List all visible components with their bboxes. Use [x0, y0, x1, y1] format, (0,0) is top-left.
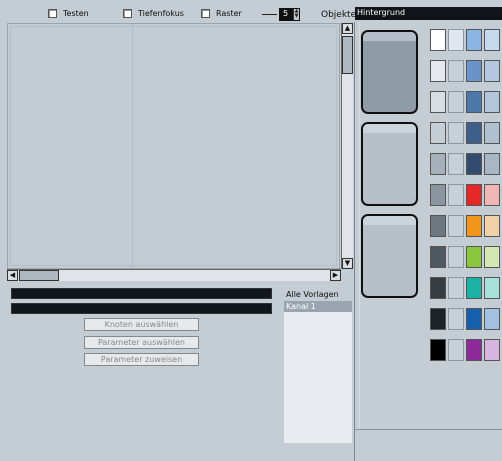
color-swatch-r11-c2[interactable] — [448, 339, 464, 361]
color-swatch-r4-c4[interactable] — [484, 122, 500, 144]
swatch-highlight — [363, 216, 416, 225]
color-swatch-r5-c2[interactable] — [448, 153, 464, 175]
style-palette-panel — [354, 22, 502, 461]
color-swatch-r4-c2[interactable] — [448, 122, 464, 144]
parameter-zuweisen-button[interactable]: Parameter zuweisen — [84, 353, 199, 366]
panel-divider — [359, 22, 360, 429]
objekte-select[interactable]: Hintergrund — [355, 7, 502, 20]
color-swatch-r10-c2[interactable] — [448, 308, 464, 330]
objekte-value: Hintergrund — [357, 8, 406, 17]
color-swatch-r11-c4[interactable] — [484, 339, 500, 361]
canvas-frame — [10, 26, 337, 266]
style-swatch-2[interactable] — [361, 122, 418, 206]
scroll-right-icon[interactable]: ▶ — [330, 270, 341, 281]
swatch-highlight — [363, 32, 416, 41]
color-swatch-r7-c4[interactable] — [484, 215, 500, 237]
color-swatch-r6-c4[interactable] — [484, 184, 500, 206]
color-swatch-r1-c2[interactable] — [448, 29, 464, 51]
color-swatch-r5-c1[interactable] — [430, 153, 446, 175]
raster-checkbox[interactable]: Raster — [201, 9, 242, 18]
color-swatch-r1-c4[interactable] — [484, 29, 500, 51]
testen-checkbox[interactable]: Testen — [48, 9, 89, 18]
color-swatch-r8-c1[interactable] — [430, 246, 446, 268]
color-swatch-r2-c3[interactable] — [466, 60, 482, 82]
color-swatch-r5-c3[interactable] — [466, 153, 482, 175]
style-swatch-3[interactable] — [361, 214, 418, 298]
color-swatch-r8-c2[interactable] — [448, 246, 464, 268]
color-swatch-r3-c4[interactable] — [484, 91, 500, 113]
color-swatch-r9-c2[interactable] — [448, 277, 464, 299]
color-swatch-r3-c3[interactable] — [466, 91, 482, 113]
horizontal-scrollbar[interactable]: ◀ ▶ — [7, 269, 341, 281]
color-swatch-r11-c1[interactable] — [430, 339, 446, 361]
spinner-arrows-icon[interactable]: ▲ ▼ — [293, 9, 299, 20]
color-swatch-r6-c3[interactable] — [466, 184, 482, 206]
color-swatch-r6-c1[interactable] — [430, 184, 446, 206]
raster-size-value: 5 — [283, 9, 289, 18]
color-swatch-r9-c4[interactable] — [484, 277, 500, 299]
template-item-kanal-1[interactable]: Kanal 1 — [284, 301, 352, 312]
color-swatch-r4-c3[interactable] — [466, 122, 482, 144]
color-swatch-r11-c3[interactable] — [466, 339, 482, 361]
raster-label: Raster — [216, 9, 242, 18]
color-swatch-r9-c3[interactable] — [466, 277, 482, 299]
tiefenfokus-checkbox[interactable]: Tiefenfokus — [123, 9, 184, 18]
editor-canvas[interactable] — [7, 23, 340, 269]
parameter-display-bar — [11, 303, 272, 314]
color-swatch-r2-c2[interactable] — [448, 60, 464, 82]
color-swatch-r1-c3[interactable] — [466, 29, 482, 51]
raster-checkbox-box[interactable] — [201, 9, 210, 18]
templates-header: Alle Vorlagen — [286, 290, 339, 299]
canvas-guide-line — [132, 24, 133, 268]
color-swatch-r3-c2[interactable] — [448, 91, 464, 113]
vertical-scrollbar[interactable]: ▲ ▼ — [341, 23, 353, 269]
color-swatch-r10-c3[interactable] — [466, 308, 482, 330]
parameter-auswaehlen-button[interactable]: Parameter auswählen — [84, 336, 199, 349]
color-swatch-r9-c1[interactable] — [430, 277, 446, 299]
color-swatch-r7-c3[interactable] — [466, 215, 482, 237]
scroll-left-icon[interactable]: ◀ — [7, 270, 18, 281]
color-swatch-r7-c1[interactable] — [430, 215, 446, 237]
color-swatch-r3-c1[interactable] — [430, 91, 446, 113]
color-swatch-r8-c4[interactable] — [484, 246, 500, 268]
color-swatch-r2-c1[interactable] — [430, 60, 446, 82]
knoten-auswaehlen-button[interactable]: Knoten auswählen — [84, 318, 199, 331]
color-swatch-r6-c2[interactable] — [448, 184, 464, 206]
scroll-down-icon[interactable]: ▼ — [342, 258, 353, 269]
testen-checkbox-box[interactable] — [48, 9, 57, 18]
raster-size-spinner[interactable]: 5 ▲ ▼ — [279, 8, 300, 21]
color-swatch-r10-c1[interactable] — [430, 308, 446, 330]
color-swatch-r2-c4[interactable] — [484, 60, 500, 82]
color-swatch-r5-c4[interactable] — [484, 153, 500, 175]
node-display-bar — [11, 288, 272, 299]
style-swatch-1[interactable] — [361, 30, 418, 114]
objekte-label: Objekte — [321, 10, 357, 20]
tiefenfokus-checkbox-box[interactable] — [123, 9, 132, 18]
horizontal-scroll-thumb[interactable] — [19, 270, 59, 281]
color-swatch-r8-c3[interactable] — [466, 246, 482, 268]
panel-bottom-line — [355, 429, 502, 430]
tiefenfokus-label: Tiefenfokus — [138, 9, 184, 18]
raster-size-dash — [262, 14, 277, 15]
color-swatch-r1-c1[interactable] — [430, 29, 446, 51]
toolbar: Testen Tiefenfokus Raster 5 ▲ ▼ Objekte H… — [0, 0, 502, 22]
color-swatch-r4-c1[interactable] — [430, 122, 446, 144]
testen-label: Testen — [63, 9, 89, 18]
scroll-up-icon[interactable]: ▲ — [342, 23, 353, 34]
color-swatch-r7-c2[interactable] — [448, 215, 464, 237]
color-swatch-r10-c4[interactable] — [484, 308, 500, 330]
templates-list[interactable]: Kanal 1 — [284, 301, 352, 443]
vertical-scroll-thumb[interactable] — [342, 36, 353, 74]
swatch-highlight — [363, 124, 416, 133]
